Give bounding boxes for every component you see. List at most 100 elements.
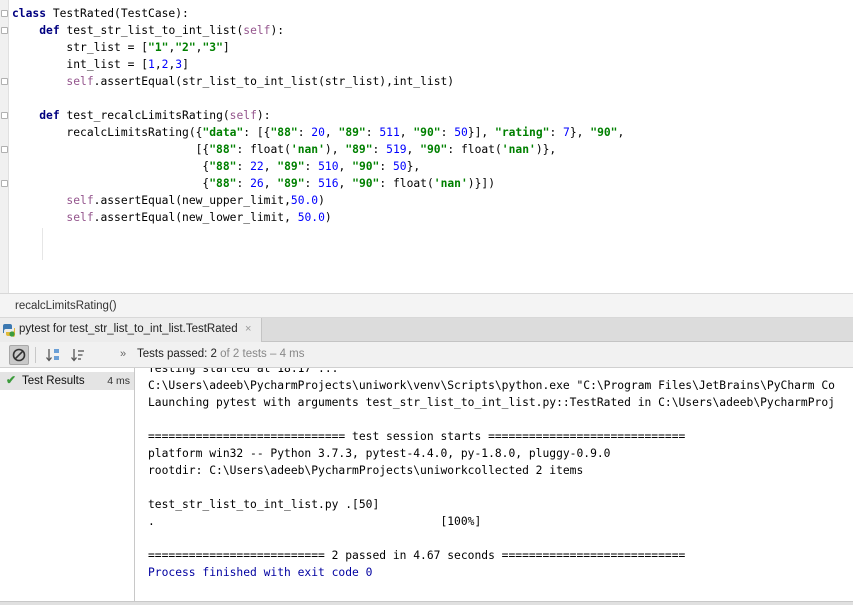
code-token: : float( <box>379 177 434 190</box>
test-results-root[interactable]: ✔ Test Results 4 ms <box>0 372 134 390</box>
code-line[interactable]: self.assertEqual(new_lower_limit, 50.0) <box>12 209 624 226</box>
test-results-tree: ✔ Test Results 4 ms <box>0 368 135 605</box>
code-token: "data" <box>202 126 244 139</box>
run-tab-bar: pytest for test_str_list_to_int_list.Tes… <box>0 318 853 342</box>
code-token: )}]) <box>467 177 496 190</box>
code-token: [{ <box>12 143 210 156</box>
code-line[interactable]: self.assertEqual(new_upper_limit,50.0) <box>12 192 624 209</box>
fold-marker-icon[interactable] <box>1 27 8 34</box>
code-token: 7 <box>563 126 570 139</box>
code-token: { <box>12 160 210 173</box>
sort-by-duration-button[interactable] <box>68 345 88 365</box>
code-token: : <box>365 126 380 139</box>
code-token: : <box>379 160 393 173</box>
show-ignored-button[interactable] <box>9 345 29 365</box>
code-token: : float( <box>447 143 502 156</box>
fold-marker-icon[interactable] <box>1 10 8 17</box>
code-token: def <box>39 109 67 122</box>
code-token: "88" <box>209 143 237 156</box>
console-line: ========================== 2 passed in 4… <box>148 549 686 562</box>
more-actions-chevron-icon[interactable]: » <box>120 348 126 360</box>
code-line[interactable]: int_list = [1,2,3] <box>12 56 624 73</box>
code-token: : <box>304 177 319 190</box>
code-token: self <box>243 24 271 37</box>
code-line[interactable]: self.assertEqual(str_list_to_int_list(st… <box>12 73 624 90</box>
passed-check-icon: ✔ <box>6 373 17 387</box>
code-line[interactable]: [{"88": float('nan'), "89": 519, "90": f… <box>12 141 624 158</box>
toolbar-separator <box>35 347 36 363</box>
code-token: self <box>66 75 94 88</box>
run-console[interactable]: Testing started at 18:17 ... C:\Users\ade… <box>136 368 853 605</box>
code-line[interactable]: {"88": 26, "89": 516, "90": float('nan')… <box>12 175 624 192</box>
console-output: Testing started at 18:17 ... C:\Users\ade… <box>148 368 835 581</box>
code-token: ] <box>222 41 230 54</box>
console-line: platform win32 -- Python 3.7.3, pytest-4… <box>148 447 611 460</box>
code-line[interactable]: def test_str_list_to_int_list(self): <box>12 22 624 39</box>
code-token: ), <box>324 143 346 156</box>
fold-marker-icon[interactable] <box>1 180 8 187</box>
tab-label: pytest for test_str_list_to_int_list.Tes… <box>19 323 238 335</box>
code-lines[interactable]: class TestRated(TestCase): def test_str_… <box>12 5 624 226</box>
code-line[interactable]: def test_recalcLimitsRating(self): <box>12 107 624 124</box>
code-token: .assertEqual(str_list_to_int_list(str_li… <box>93 75 455 88</box>
code-token: self <box>66 211 94 224</box>
test-toolbar: » Tests passed: 2 of 2 tests – 4 ms <box>0 342 853 368</box>
code-token: def <box>39 24 67 37</box>
code-line[interactable] <box>12 90 624 107</box>
code-token: class <box>12 7 53 20</box>
console-line: Launching pytest with arguments test_str… <box>148 396 835 409</box>
editor-gutter <box>0 0 9 293</box>
code-line[interactable]: class TestRated(TestCase): <box>12 5 624 22</box>
code-token: "89" <box>338 126 366 139</box>
status-suffix: of 2 tests – 4 ms <box>216 348 305 360</box>
code-token: 50.0 <box>297 211 325 224</box>
code-token: 'nan' <box>433 177 468 190</box>
prohibited-icon <box>12 348 26 362</box>
tab-pytest-run[interactable]: pytest for test_str_list_to_int_list.Tes… <box>0 318 262 342</box>
code-token: 50.0 <box>290 194 319 207</box>
code-line[interactable]: recalcLimitsRating({"data": [{"88": 20, … <box>12 124 624 141</box>
code-token: : <box>297 126 312 139</box>
code-token: self <box>66 194 94 207</box>
test-status-text: Tests passed: 2 of 2 tests – 4 ms <box>137 348 305 360</box>
code-token: ): <box>270 24 285 37</box>
console-line: Testing started at 18:17 ... <box>148 368 339 375</box>
close-icon[interactable]: × <box>245 323 251 335</box>
code-token: }, <box>569 126 591 139</box>
code-token: .assertEqual(new_lower_limit, <box>93 211 298 224</box>
code-token: : <box>304 160 319 173</box>
code-line[interactable]: str_list = ["1","2","3"] <box>12 39 624 56</box>
console-line: test_str_list_to_int_list.py .[50] <box>148 498 380 511</box>
code-token: "88" <box>209 177 237 190</box>
code-token: "89" <box>277 160 305 173</box>
code-token: }, <box>406 160 421 173</box>
code-token: 22 <box>250 160 264 173</box>
test-results-label: Test Results <box>22 375 85 387</box>
console-line: ============================= test sessi… <box>148 430 686 443</box>
sort-alphabetically-button[interactable] <box>43 345 63 365</box>
code-token: "1" <box>148 41 169 54</box>
fold-marker-icon[interactable] <box>1 112 8 119</box>
code-token: "rating" <box>495 126 550 139</box>
code-line[interactable]: {"88": 22, "89": 510, "90": 50}, <box>12 158 624 175</box>
console-line: rootdir: C:\Users\adeeb\PycharmProjects\… <box>148 464 584 477</box>
console-line: Process finished with exit code 0 <box>148 566 373 579</box>
fold-marker-icon[interactable] <box>1 146 8 153</box>
code-token: "88" <box>209 160 237 173</box>
code-token: ] <box>182 58 189 71</box>
sort-alpha-icon <box>46 349 59 362</box>
code-token: ): <box>256 109 271 122</box>
code-token: 510 <box>318 160 339 173</box>
code-token: ) <box>324 211 332 224</box>
code-token: 26 <box>250 177 264 190</box>
code-token: )}, <box>535 143 557 156</box>
breadcrumb-item[interactable]: recalcLimitsRating() <box>15 300 117 312</box>
fold-marker-icon[interactable] <box>1 78 8 85</box>
code-token: int_list = [ <box>12 58 149 71</box>
console-line: . [100%] <box>148 515 482 528</box>
code-token: : <box>372 143 387 156</box>
code-editor[interactable]: class TestRated(TestCase): def test_str_… <box>0 0 853 293</box>
code-token: ) <box>318 194 325 207</box>
